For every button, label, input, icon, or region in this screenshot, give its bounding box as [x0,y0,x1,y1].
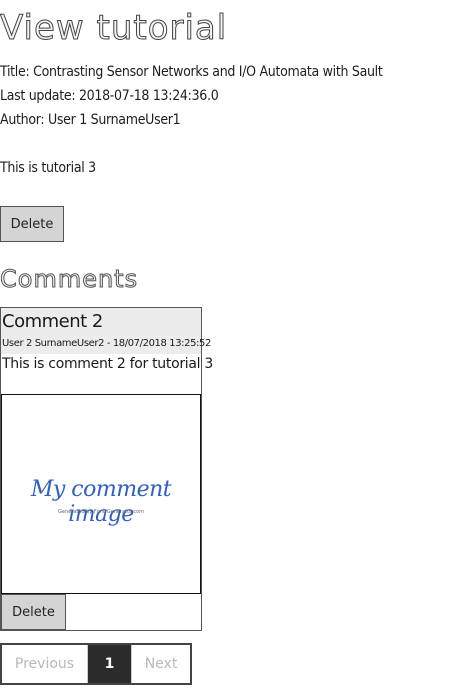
comment-card: Comment 2 User 2 SurnameUser2 - 18/07/20… [0,307,213,631]
pagination-next[interactable]: Next [131,645,190,683]
tutorial-last-update: Last update: 2018-07-18 13:24:36.0 [0,88,219,104]
comment-image: My comment image Generated by Font-Gener… [1,394,201,594]
comment-header: Comment 2 User 2 SurnameUser2 - 18/07/20… [1,308,211,354]
comment-image-credit: Generated by Font-Generator.com [58,509,144,515]
comment-body: This is comment 2 for tutorial 3 [2,356,214,372]
comments-heading: Comments [0,265,139,294]
pagination: Previous 1 Next [0,643,192,685]
page-title: View tutorial [0,8,228,49]
page: View tutorial Title: Contrasting Sensor … [0,0,449,697]
comment-title: Comment 2 [2,311,103,332]
pagination-page-1[interactable]: 1 [88,645,131,683]
comment-byline: User 2 SurnameUser2 - 18/07/2018 13:25:5… [2,338,211,349]
tutorial-title: Title: Contrasting Sensor Networks and I… [0,64,383,80]
delete-tutorial-button[interactable]: Delete [0,206,64,242]
tutorial-author: Author: User 1 SurnameUser1 [0,112,181,128]
tutorial-body: This is tutorial 3 [0,160,96,176]
delete-comment-button[interactable]: Delete [1,594,66,630]
comment-image-text: My comment image [30,477,172,527]
pagination-previous[interactable]: Previous [2,645,88,683]
